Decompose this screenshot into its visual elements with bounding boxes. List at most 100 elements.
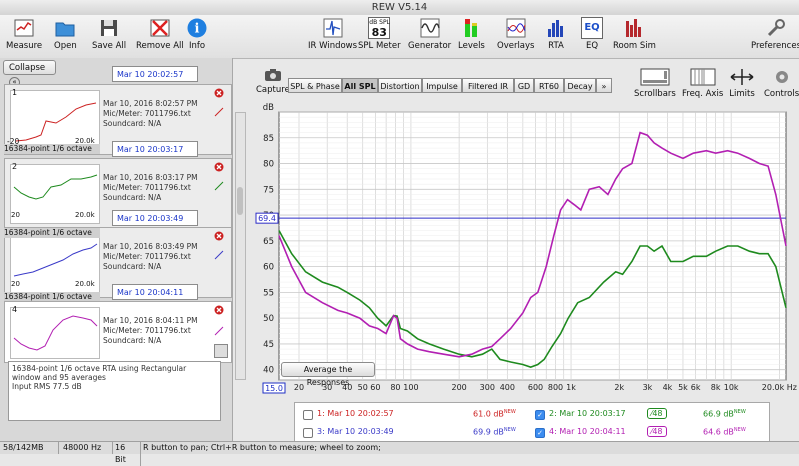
x-tick-label: 20 [294, 383, 304, 392]
trace-3-label: 3: Mar 10 20:03:49 [317, 427, 394, 436]
graph-tab-6[interactable]: RT60 [534, 78, 564, 93]
measurement-name-field[interactable]: Mar 10 20:03:49 [112, 210, 198, 226]
collapse-button[interactable]: Collapse « [3, 60, 56, 88]
measurement-name-field[interactable]: Mar 10 20:04:11 [112, 284, 198, 300]
x-start-label[interactable]: 15.0 [265, 384, 283, 393]
measurement-date: Mar 10, 2016 8:03:49 PM [103, 242, 198, 251]
trace-4-label: 4: Mar 10 20:04:11 [549, 427, 626, 436]
remove-measurement-icon[interactable] [214, 231, 224, 241]
trace-4-checkbox[interactable]: ✓ [535, 428, 545, 438]
trace-2-badge[interactable]: ⁄48 [647, 408, 667, 419]
spl-meter-icon: dB SPL 83 [368, 17, 391, 39]
remove-measurement-icon[interactable] [214, 88, 224, 98]
panel-scrollbar[interactable] [235, 112, 246, 380]
measurement-date: Mar 10, 2016 8:04:11 PM [103, 316, 198, 325]
y-tick-label: 50 [263, 314, 274, 324]
notes-icon[interactable] [214, 344, 228, 358]
remove-measurement-icon[interactable] [214, 162, 224, 172]
graph-tab-5[interactable]: GD [514, 78, 534, 93]
limits-button[interactable]: Limits [729, 68, 755, 99]
trace-4-badge[interactable]: ⁄48 [647, 426, 667, 437]
scrollbar-thumb[interactable] [237, 187, 243, 215]
title-bar: REW V5.14 [0, 0, 799, 16]
ir-windows-icon [323, 18, 343, 38]
overlays-button[interactable]: Overlays [497, 17, 534, 51]
rta-icon [548, 20, 563, 37]
generator-icon [420, 18, 440, 38]
reference-level-label[interactable]: 69.4 [258, 214, 276, 223]
graph-tab-8[interactable]: » [596, 78, 612, 93]
trace-colour-icon[interactable] [214, 250, 224, 260]
measurement-name-field[interactable]: Mar 10 20:02:57 [112, 66, 198, 82]
trace-3-checkbox[interactable] [303, 428, 313, 438]
measurement-card-selected[interactable]: 4 Mar 10, 2016 8:04:11 PM Mic/Meter: 701… [4, 301, 232, 363]
graph-tab-1[interactable]: All SPL [342, 78, 378, 93]
average-responses-button[interactable]: Average the Responses [281, 362, 375, 387]
open-button[interactable]: Open [54, 17, 77, 51]
trace-2-label: 2: Mar 10 20:03:17 [549, 409, 626, 418]
trace-2-checkbox[interactable]: ✓ [535, 410, 545, 420]
capture-button[interactable]: Capture [256, 68, 290, 95]
y-tick-label: 55 [263, 288, 274, 298]
x-tick-label: 80 [390, 383, 400, 392]
status-memory: 58/142MB [0, 442, 59, 454]
x-tick-label: 6k [691, 383, 701, 392]
x-tick-label: 8k [711, 383, 721, 392]
trace-3-level: 69.9 dBNEW [473, 427, 516, 437]
spl-graph[interactable]: 40455055606570758085dB203040506080100200… [250, 100, 799, 400]
measure-button[interactable]: Measure [6, 17, 42, 51]
x-tick-label: 400 [500, 383, 515, 392]
measurement-notes[interactable]: 16384-point 1/6 octave RTA using Rectang… [8, 361, 221, 421]
measurement-caption: 16384-point 1/6 octave [4, 144, 100, 154]
freq-axis-button[interactable]: Freq. Axis [682, 68, 723, 99]
rta-button[interactable]: RTA [545, 17, 567, 51]
trace-2-level: 66.9 dBNEW [703, 409, 746, 419]
freq-axis-icon [690, 68, 716, 86]
x-tick-label: 50 [358, 383, 368, 392]
info-button[interactable]: i Info [186, 17, 208, 51]
measurement-number: 1 [12, 88, 18, 97]
remove-all-icon [150, 19, 170, 37]
preferences-button[interactable]: Preferences [751, 17, 799, 51]
y-tick-label: 75 [263, 185, 274, 195]
status-bar: 58/142MB 48000 Hz 16 Bit R button to pan… [0, 441, 799, 466]
graph-tab-7[interactable]: Decay [564, 78, 596, 93]
trace-1-label: 1: Mar 10 20:02:57 [317, 409, 394, 418]
gear-icon [775, 71, 788, 83]
status-hint: R button to pan; Ctrl+R button to measur… [143, 443, 381, 452]
floppy-icon [101, 20, 118, 36]
x-tick-label: 60 [370, 383, 380, 392]
y-tick-label: 60 [263, 263, 274, 273]
graph-tab-3[interactable]: Impulse [422, 78, 462, 93]
remove-measurement-icon[interactable] [214, 305, 224, 315]
ir-windows-button[interactable]: IR Windows [308, 17, 357, 51]
graph-tab-2[interactable]: Distortion [378, 78, 422, 93]
measurement-mic: Mic/Meter: 7011796.txt [103, 183, 191, 192]
save-all-button[interactable]: Save All [92, 17, 126, 51]
graph-tab-0[interactable]: SPL & Phase [288, 78, 342, 93]
spl-meter-button[interactable]: dB SPL 83 SPL Meter [358, 17, 401, 51]
trace-colour-icon[interactable] [214, 107, 224, 117]
levels-button[interactable]: Levels [458, 17, 485, 51]
graph-tab-4[interactable]: Filtered IR [462, 78, 514, 93]
generator-button[interactable]: Generator [408, 17, 451, 51]
measurement-panel: Collapse « Mar 10 20:02:57 1 -20 20.0k M… [0, 58, 233, 441]
overlays-icon [506, 18, 526, 38]
controls-button[interactable]: Controls [764, 68, 799, 99]
trace-colour-icon[interactable] [214, 326, 224, 336]
measurement-soundcard: Soundcard: N/A [103, 193, 162, 202]
room-sim-button[interactable]: Room Sim [613, 17, 656, 51]
eq-button[interactable]: EQ EQ [581, 17, 603, 51]
measurement-date: Mar 10, 2016 8:02:57 PM [103, 99, 198, 108]
measurement-name-field[interactable]: Mar 10 20:03:17 [112, 141, 198, 157]
measurement-mic: Mic/Meter: 7011796.txt [103, 326, 191, 335]
levels-icon [465, 19, 478, 37]
trace-1-checkbox[interactable] [303, 410, 313, 420]
scrollbars-button[interactable]: Scrollbars [634, 68, 676, 99]
x-tick-label: 600 [528, 383, 543, 392]
x-tick-label: 1k [566, 383, 576, 392]
status-sample-rate: 48000 Hz [60, 442, 113, 454]
remove-all-button[interactable]: Remove All [136, 17, 184, 51]
x-tick-label: 5k [678, 383, 688, 392]
trace-colour-icon[interactable] [214, 181, 224, 191]
